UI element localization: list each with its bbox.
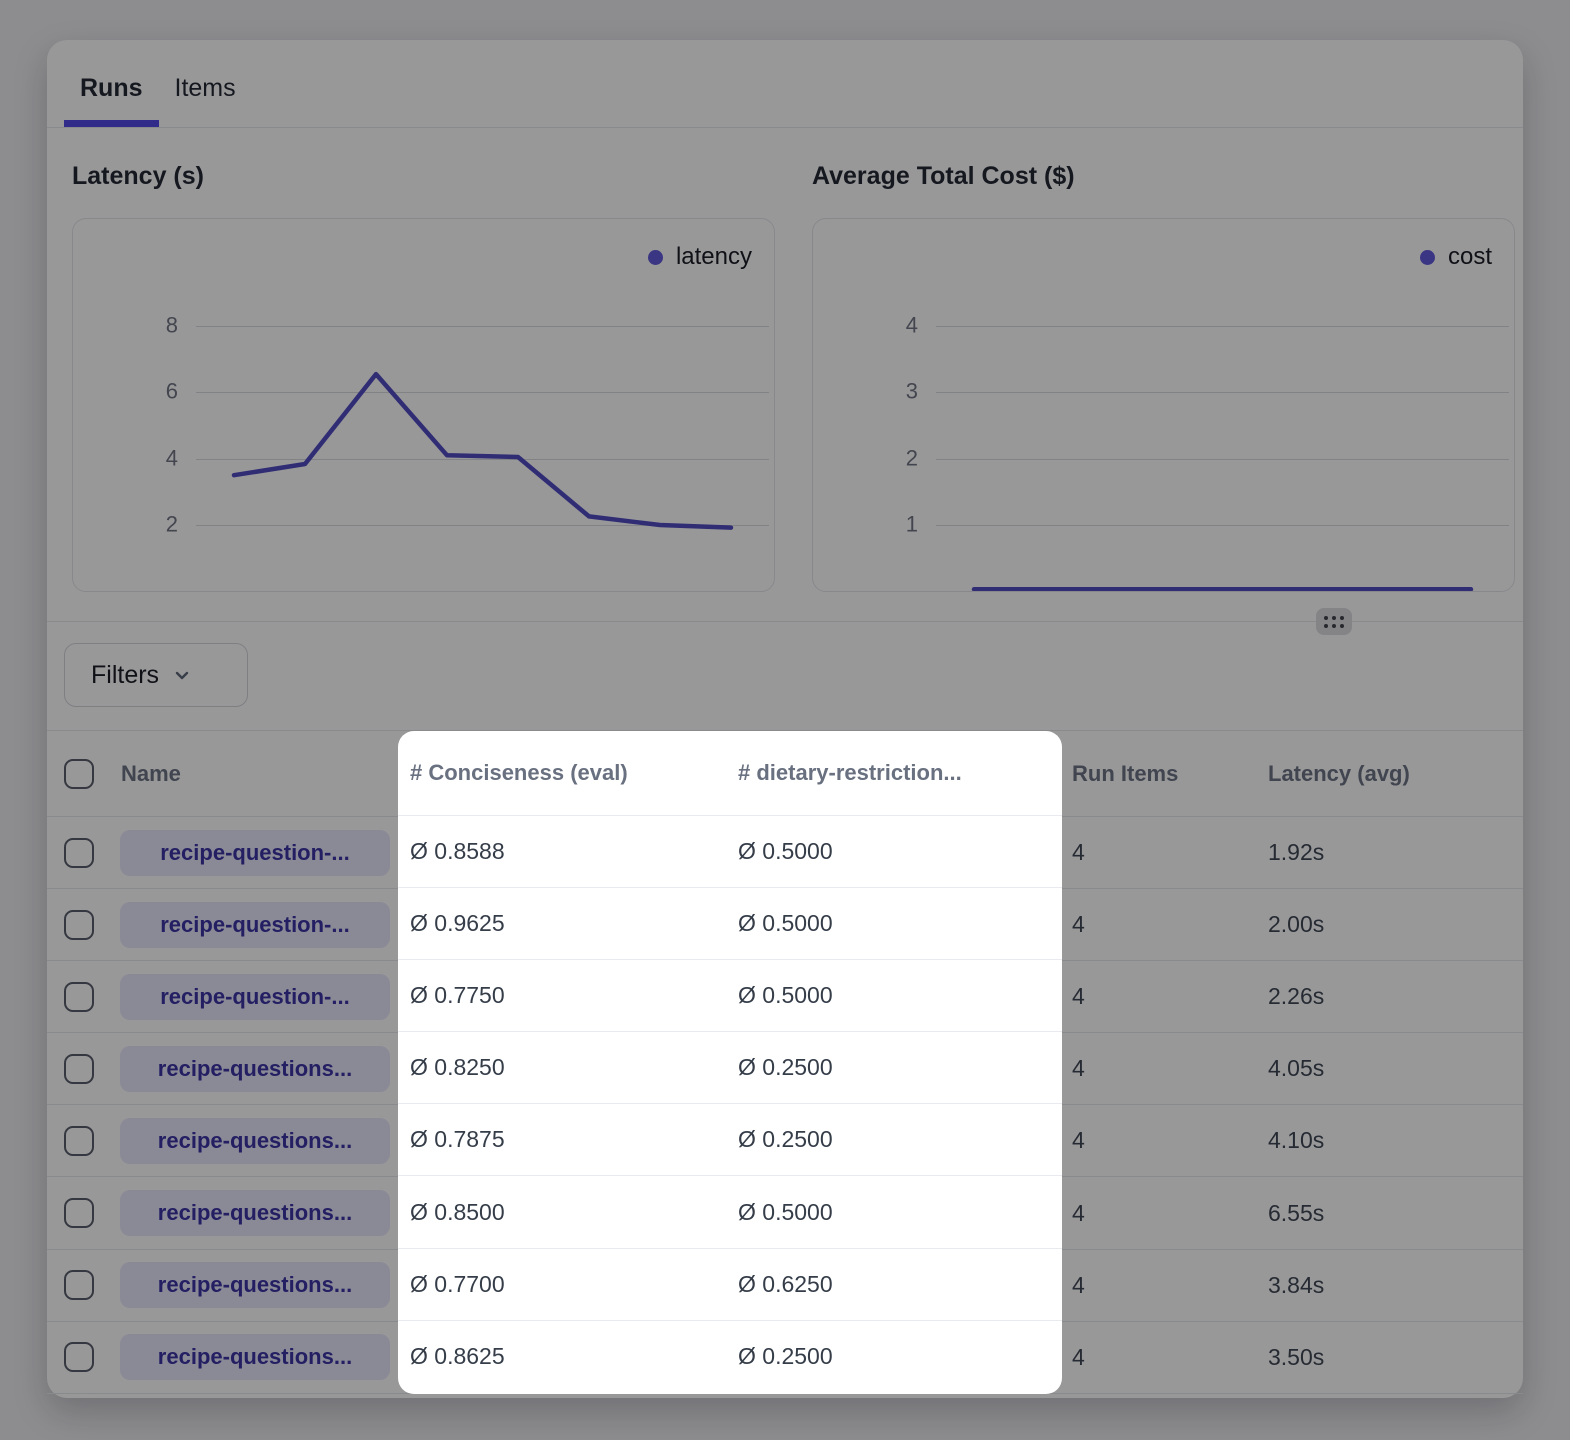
dietary-score: Ø 0.5000 [726, 838, 1062, 865]
spotlight-highlight: # Conciseness (eval) # dietary-restricti… [398, 731, 1062, 1394]
spotlight-row: Ø 0.8588 Ø 0.5000 [398, 816, 1062, 888]
conciseness-score: Ø 0.7750 [398, 982, 726, 1009]
conciseness-score: Ø 0.8500 [398, 1199, 726, 1226]
column-header-conciseness: # Conciseness (eval) [398, 760, 726, 786]
conciseness-score: Ø 0.8250 [398, 1054, 726, 1081]
spotlight-row: Ø 0.7700 Ø 0.6250 [398, 1249, 1062, 1321]
spotlight-row: Ø 0.8500 Ø 0.5000 [398, 1176, 1062, 1248]
spotlight-row: Ø 0.9625 Ø 0.5000 [398, 888, 1062, 960]
dietary-score: Ø 0.5000 [726, 982, 1062, 1009]
spotlight-row: Ø 0.7875 Ø 0.2500 [398, 1104, 1062, 1176]
dietary-score: Ø 0.6250 [726, 1271, 1062, 1298]
conciseness-score: Ø 0.7875 [398, 1126, 726, 1153]
conciseness-score: Ø 0.7700 [398, 1271, 726, 1298]
dietary-score: Ø 0.2500 [726, 1126, 1062, 1153]
dietary-score: Ø 0.2500 [726, 1343, 1062, 1370]
spotlight-row: Ø 0.7750 Ø 0.5000 [398, 960, 1062, 1032]
dietary-score: Ø 0.5000 [726, 910, 1062, 937]
dietary-score: Ø 0.5000 [726, 1199, 1062, 1226]
spotlight-row: Ø 0.8250 Ø 0.2500 [398, 1032, 1062, 1104]
conciseness-score: Ø 0.8588 [398, 838, 726, 865]
page-background: Runs Items Latency (s) 8 6 4 2 [0, 0, 1570, 1440]
column-header-dietary-restriction: # dietary-restriction... [726, 760, 1062, 786]
dietary-score: Ø 0.2500 [726, 1054, 1062, 1081]
spotlight-header-row: # Conciseness (eval) # dietary-restricti… [398, 731, 1062, 816]
conciseness-score: Ø 0.8625 [398, 1343, 726, 1370]
spotlight-row: Ø 0.8625 Ø 0.2500 [398, 1321, 1062, 1393]
conciseness-score: Ø 0.9625 [398, 910, 726, 937]
